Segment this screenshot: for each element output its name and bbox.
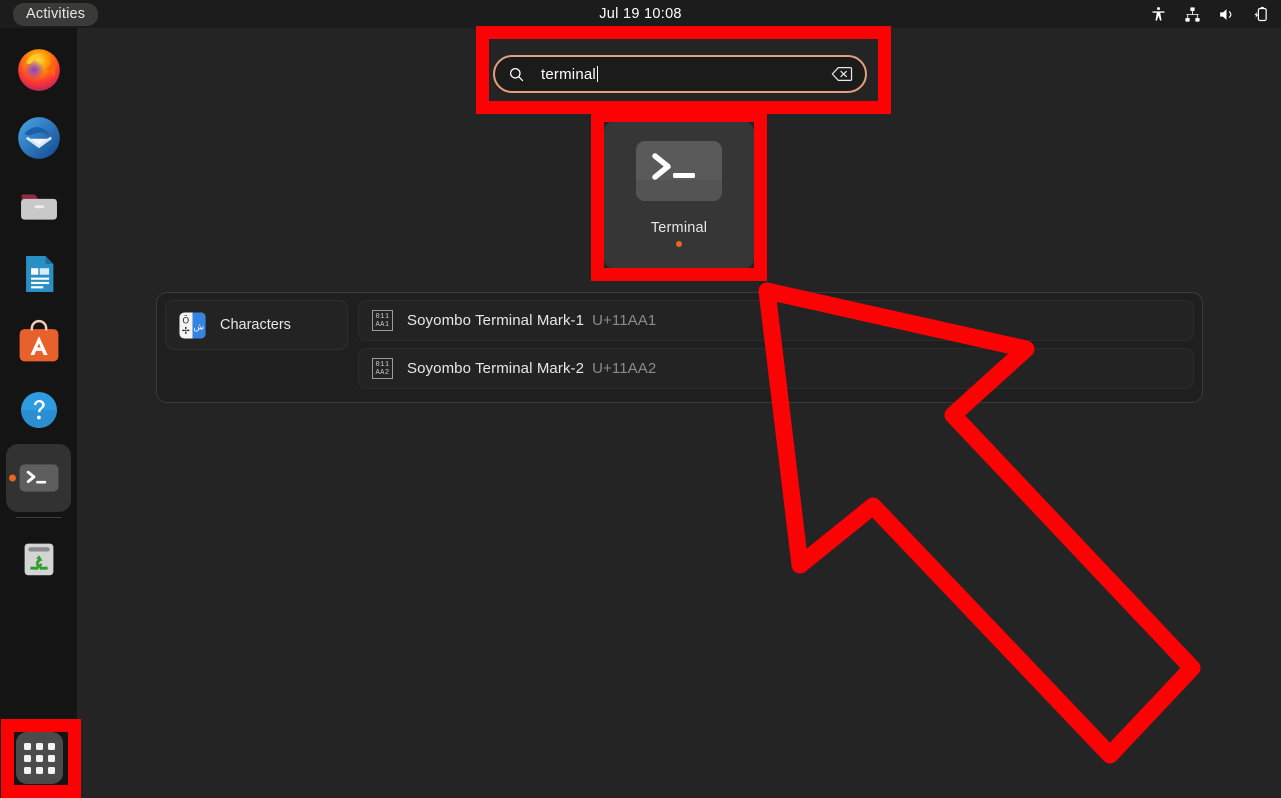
dock-item-firefox[interactable] (6, 36, 71, 104)
battery-icon[interactable] (1252, 6, 1269, 23)
list-item[interactable]: 011 AA1 Soyombo Terminal Mark-1 U+11AA1 (358, 300, 1194, 341)
dock-item-help[interactable] (6, 376, 71, 444)
search-entry[interactable]: terminal (493, 55, 867, 93)
libreoffice-writer-icon (25, 256, 53, 292)
running-indicator-dot (9, 474, 16, 482)
svg-text:✢: ✢ (182, 326, 190, 337)
list-item[interactable]: 011 AA2 Soyombo Terminal Mark-2 U+11AA2 (358, 348, 1194, 389)
result-provider-characters[interactable]: Ö ✢ ش Characters (165, 300, 348, 350)
running-indicator-dot (676, 241, 682, 247)
search-results-characters: Ö ✢ ش Characters 011 AA1 Soyombo Termina… (156, 292, 1203, 403)
app-grid-icon (24, 742, 55, 774)
dock-item-thunderbird[interactable] (6, 104, 71, 172)
dock-separator (15, 517, 62, 518)
text-caret (596, 65, 599, 82)
dock-item-libreoffice-writer[interactable] (6, 240, 71, 308)
clock[interactable]: Jul 19 10:08 (0, 6, 1281, 22)
search-input-value-wrap[interactable]: terminal (541, 65, 831, 83)
dock-item-trash[interactable] (6, 524, 71, 592)
character-name: Soyombo Terminal Mark-2 (407, 360, 585, 377)
app-result-label: Terminal (650, 220, 708, 236)
search-input-value: terminal (541, 65, 596, 83)
dock (0, 28, 77, 798)
codepoint-glyph-icon: 011 AA2 (372, 358, 393, 379)
provider-label: Characters (220, 317, 291, 333)
character-name: Soyombo Terminal Mark-1 (407, 312, 585, 329)
terminal-icon (636, 141, 722, 201)
ubuntu-software-icon (19, 320, 58, 362)
help-icon (20, 392, 57, 428)
clear-search-icon[interactable] (831, 66, 853, 82)
firefox-icon (17, 49, 60, 91)
trash-icon (24, 543, 53, 576)
character-results-list: 011 AA1 Soyombo Terminal Mark-1 U+11AA1 … (358, 300, 1194, 395)
gnome-shell-overview: Activities Jul 19 10:08 terminal Termina… (0, 0, 1281, 798)
character-codepoint: U+11AA1 (592, 312, 657, 329)
app-result-terminal[interactable]: Terminal (604, 121, 754, 269)
dock-item-terminal[interactable] (6, 444, 71, 512)
characters-app-icon: Ö ✢ ش (179, 311, 206, 339)
dock-item-files[interactable] (6, 172, 71, 240)
show-applications-wrapper (0, 720, 77, 798)
terminal-icon (19, 464, 58, 492)
codepoint-glyph-icon: 011 AA1 (372, 310, 393, 331)
svg-text:Ö: Ö (182, 315, 189, 326)
network-icon[interactable] (1184, 6, 1201, 23)
system-tray (1150, 0, 1269, 28)
character-codepoint: U+11AA2 (592, 360, 657, 377)
dock-item-ubuntu-software[interactable] (6, 308, 71, 376)
show-applications-button[interactable] (16, 732, 63, 784)
thunderbird-icon (17, 117, 60, 159)
volume-icon[interactable] (1218, 6, 1235, 23)
svg-text:ش: ش (193, 322, 204, 332)
accessibility-icon[interactable] (1150, 6, 1167, 23)
search-icon (509, 67, 524, 81)
top-bar: Activities Jul 19 10:08 (0, 0, 1281, 28)
files-folder-icon (20, 194, 57, 220)
